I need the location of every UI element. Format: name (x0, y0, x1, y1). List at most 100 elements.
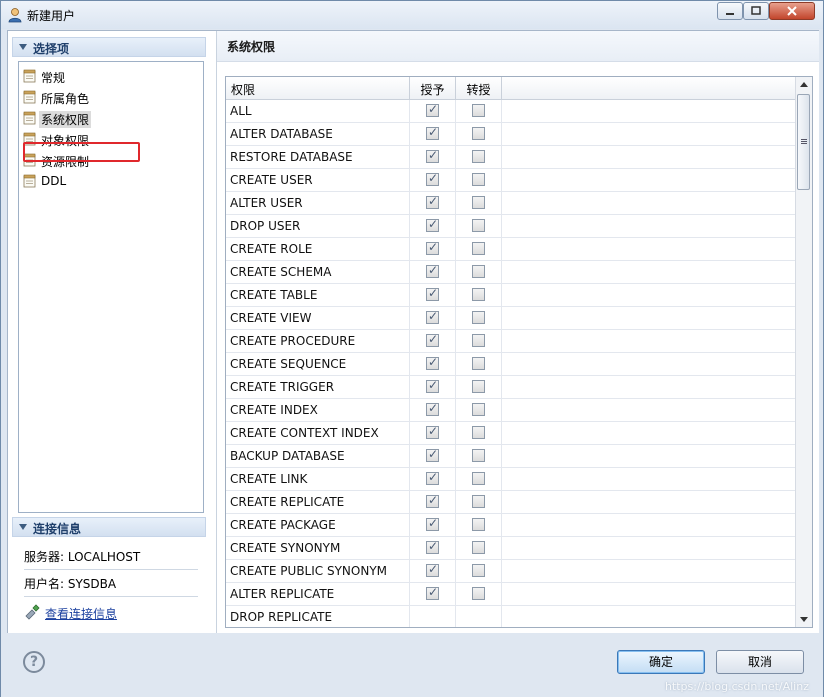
regrant-checkbox[interactable] (472, 288, 485, 301)
tree-item[interactable]: 系统权限 (23, 108, 193, 128)
grant-checkbox[interactable] (426, 263, 439, 278)
panel-title: 系统权限 (227, 40, 276, 54)
privilege-cell: RESTORE DATABASE (226, 146, 410, 168)
grant-checkbox[interactable] (426, 102, 439, 117)
column-label-privilege: 权限 (231, 83, 256, 97)
panel-header: 系统权限 (217, 31, 819, 62)
regrant-checkbox[interactable] (472, 311, 485, 324)
regrant-checkbox[interactable] (472, 196, 485, 209)
table-row[interactable]: CREATE ROLE (226, 238, 796, 261)
table-row[interactable]: CREATE PACKAGE (226, 514, 796, 537)
table-row[interactable]: CREATE PROCEDURE (226, 330, 796, 353)
regrant-checkbox[interactable] (472, 472, 485, 485)
table-row[interactable]: CREATE TRIGGER (226, 376, 796, 399)
grant-checkbox[interactable] (426, 470, 439, 485)
grant-checkbox[interactable] (426, 424, 439, 439)
regrant-checkbox[interactable] (472, 127, 485, 140)
regrant-checkbox[interactable] (472, 380, 485, 393)
tree-item[interactable]: 所属角色 (23, 87, 193, 107)
maximize-button[interactable] (743, 2, 769, 20)
tree-item[interactable]: DDL (23, 171, 193, 191)
vertical-scrollbar[interactable] (795, 77, 812, 627)
regrant-checkbox[interactable] (472, 219, 485, 232)
privilege-name: CREATE TABLE (230, 288, 318, 302)
grant-checkbox[interactable] (426, 217, 439, 232)
grant-checkbox[interactable] (426, 401, 439, 416)
regrant-checkbox[interactable] (472, 587, 485, 600)
regrant-checkbox[interactable] (472, 265, 485, 278)
table-row[interactable]: CREATE TABLE (226, 284, 796, 307)
grant-checkbox[interactable] (426, 355, 439, 370)
ok-button[interactable]: 确定 (617, 650, 705, 674)
section-header-connection[interactable]: 连接信息 (12, 517, 206, 537)
settings-page-icon (23, 174, 36, 188)
table-row[interactable]: CREATE VIEW (226, 307, 796, 330)
regrant-checkbox[interactable] (472, 449, 485, 462)
table-row[interactable]: BACKUP DATABASE (226, 445, 796, 468)
minimize-button[interactable] (717, 2, 743, 20)
help-icon[interactable]: ? (23, 651, 45, 673)
regrant-checkbox[interactable] (472, 541, 485, 554)
regrant-checkbox[interactable] (472, 495, 485, 508)
regrant-checkbox[interactable] (472, 518, 485, 531)
regrant-checkbox[interactable] (472, 173, 485, 186)
tree-item[interactable]: 常规 (23, 66, 193, 86)
column-header-grant[interactable]: 授予 (410, 77, 456, 99)
grant-checkbox[interactable] (426, 516, 439, 531)
grant-checkbox[interactable] (426, 493, 439, 508)
regrant-checkbox[interactable] (472, 564, 485, 577)
section-header-options[interactable]: 选择项 (12, 37, 206, 57)
privilege-name: CREATE VIEW (230, 311, 312, 325)
scroll-down-arrow-icon[interactable] (800, 617, 808, 622)
maximize-icon (751, 6, 761, 15)
table-row[interactable]: RESTORE DATABASE (226, 146, 796, 169)
regrant-cell (456, 192, 502, 214)
grant-checkbox[interactable] (426, 447, 439, 462)
tree-item-label: 系统权限 (39, 111, 92, 128)
view-connection-link[interactable]: 查看连接信息 (24, 601, 204, 623)
regrant-checkbox[interactable] (472, 426, 485, 439)
table-row[interactable]: ALTER USER (226, 192, 796, 215)
close-button[interactable] (769, 2, 815, 20)
scrollbar-thumb[interactable] (797, 94, 810, 190)
grant-checkbox[interactable] (426, 562, 439, 577)
table-row[interactable]: CREATE USER (226, 169, 796, 192)
table-row[interactable]: CREATE PUBLIC SYNONYM (226, 560, 796, 583)
grant-checkbox[interactable] (426, 585, 439, 600)
table-row[interactable]: DROP USER (226, 215, 796, 238)
regrant-checkbox[interactable] (472, 357, 485, 370)
regrant-checkbox[interactable] (472, 242, 485, 255)
table-row[interactable]: ALL (226, 100, 796, 123)
table-row[interactable]: DROP REPLICATE (226, 606, 796, 627)
table-row[interactable]: ALTER DATABASE (226, 123, 796, 146)
grant-checkbox[interactable] (426, 332, 439, 347)
regrant-checkbox[interactable] (472, 403, 485, 416)
grant-checkbox[interactable] (426, 171, 439, 186)
grant-checkbox[interactable] (426, 148, 439, 163)
table-row[interactable]: CREATE REPLICATE (226, 491, 796, 514)
table-row[interactable]: CREATE INDEX (226, 399, 796, 422)
grant-checkbox[interactable] (426, 125, 439, 140)
title-bar[interactable]: 新建用户 (1, 1, 823, 29)
privilege-name: ALTER REPLICATE (230, 587, 335, 601)
grant-checkbox[interactable] (426, 539, 439, 554)
grant-checkbox[interactable] (426, 194, 439, 209)
regrant-checkbox[interactable] (472, 150, 485, 163)
grant-checkbox[interactable] (426, 378, 439, 393)
table-row[interactable]: CREATE SCHEMA (226, 261, 796, 284)
regrant-checkbox[interactable] (472, 104, 485, 117)
table-row[interactable]: CREATE SYNONYM (226, 537, 796, 560)
view-connection-label[interactable]: 查看连接信息 (45, 605, 117, 622)
grant-checkbox[interactable] (426, 286, 439, 301)
grant-checkbox[interactable] (426, 309, 439, 324)
grant-checkbox[interactable] (426, 240, 439, 255)
table-row[interactable]: CREATE SEQUENCE (226, 353, 796, 376)
column-header-privilege[interactable]: 权限 (226, 77, 410, 99)
cancel-button[interactable]: 取消 (716, 650, 804, 674)
scroll-up-arrow-icon[interactable] (800, 82, 808, 87)
regrant-checkbox[interactable] (472, 334, 485, 347)
table-row[interactable]: ALTER REPLICATE (226, 583, 796, 606)
column-header-regrant[interactable]: 转授 (456, 77, 502, 99)
table-row[interactable]: CREATE LINK (226, 468, 796, 491)
table-row[interactable]: CREATE CONTEXT INDEX (226, 422, 796, 445)
